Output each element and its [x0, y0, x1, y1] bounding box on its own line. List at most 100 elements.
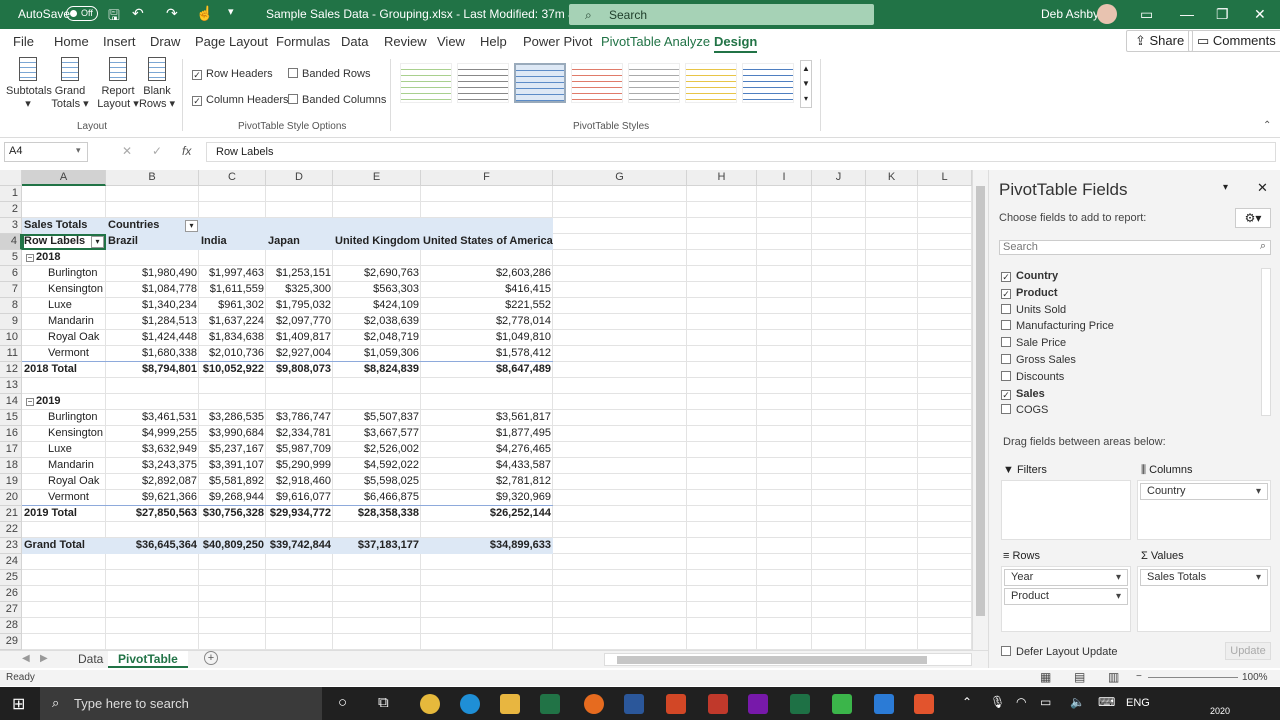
horizontal-scrollbar[interactable] — [604, 653, 972, 666]
camtasia-icon[interactable] — [832, 694, 852, 714]
row-header[interactable]: 15 — [0, 410, 22, 426]
grand-totals-button[interactable]: Grand Totals ▾ — [50, 57, 90, 111]
keyboard-icon[interactable]: ⌨ — [1098, 695, 1115, 709]
user-name[interactable]: Deb Ashby — [1041, 7, 1099, 21]
cancel-icon[interactable]: ✕ — [122, 144, 132, 158]
scroll-thumb[interactable] — [617, 656, 927, 664]
row-header[interactable]: 19 — [0, 474, 22, 490]
row-header[interactable]: 1 — [0, 186, 22, 202]
tab-insert[interactable]: Insert — [103, 34, 136, 49]
tab-home[interactable]: Home — [54, 34, 89, 49]
field-sales[interactable]: ✓ Sales — [1001, 388, 1045, 400]
column-header-c[interactable]: C — [199, 170, 266, 186]
zoom-out-icon[interactable]: − — [1136, 671, 1142, 682]
pivot-style-swatch[interactable] — [742, 63, 794, 103]
row-header[interactable]: 5 — [0, 250, 22, 266]
field-gross-sales[interactable]: Gross Sales — [1001, 354, 1076, 366]
column-header-g[interactable]: G — [553, 170, 687, 186]
banded-columns-checkbox[interactable]: Banded Columns — [288, 94, 386, 106]
column-header-k[interactable]: K — [866, 170, 918, 186]
save-icon[interactable]: 🖫 — [108, 5, 120, 29]
column-filter-dropdown[interactable]: ▾ — [185, 220, 198, 232]
tab-formulas[interactable]: Formulas — [276, 34, 330, 49]
tab-power-pivot[interactable]: Power Pivot — [523, 34, 592, 49]
row-header[interactable]: 13 — [0, 378, 22, 394]
search-box[interactable]: ⌕ Search — [569, 4, 874, 25]
field-manufacturing-price[interactable]: Manufacturing Price — [1001, 320, 1114, 332]
tab-view[interactable]: View — [437, 34, 465, 49]
row-header[interactable]: 26 — [0, 586, 22, 602]
row-header[interactable]: 21 — [0, 506, 22, 522]
task-view-icon[interactable]: ⧉ — [378, 694, 389, 711]
row-header[interactable]: 29 — [0, 634, 22, 650]
prev-sheet-icon[interactable]: ◀ — [22, 653, 30, 664]
tab-data[interactable]: Data — [341, 34, 368, 49]
row-headers-checkbox[interactable]: ✓ Row Headers — [192, 68, 273, 80]
zoom-slider[interactable] — [1148, 677, 1238, 678]
row-header[interactable]: 23 — [0, 538, 22, 554]
pivot-style-swatch[interactable] — [685, 63, 737, 103]
ribbon-display-icon[interactable]: ▭ — [1140, 6, 1153, 23]
row-header[interactable]: 8 — [0, 298, 22, 314]
clock[interactable]: 2020 — [1210, 706, 1230, 716]
autosave-toggle[interactable]: Off — [66, 6, 98, 21]
field-search-input[interactable]: Search ⌕ — [999, 240, 1271, 255]
report-layout-button[interactable]: Report Layout ▾ — [97, 57, 139, 111]
row-header[interactable]: 3 — [0, 218, 22, 234]
redo-icon[interactable]: ↷ — [166, 5, 178, 22]
scroll-thumb[interactable] — [976, 186, 985, 616]
language-indicator[interactable]: ENG — [1126, 697, 1150, 709]
pivot-style-swatch[interactable] — [457, 63, 509, 103]
undo-icon[interactable]: ↶ — [132, 5, 144, 22]
row-header[interactable]: 14 — [0, 394, 22, 410]
rows-field-year[interactable]: Year — [1004, 569, 1128, 586]
column-header-h[interactable]: H — [687, 170, 757, 186]
row-filter-dropdown[interactable]: ▾ — [91, 236, 104, 248]
file-title[interactable]: Sample Sales Data - Grouping.xlsx - Last… — [266, 7, 588, 21]
column-header-d[interactable]: D — [266, 170, 333, 186]
sheet-tab-data[interactable]: Data — [70, 651, 111, 668]
row-header[interactable]: 2 — [0, 202, 22, 218]
wifi-icon[interactable]: ◠ — [1016, 695, 1026, 709]
tab-design[interactable]: Design — [714, 34, 758, 53]
row-header[interactable]: 12 — [0, 362, 22, 378]
tab-help[interactable]: Help — [480, 34, 507, 49]
row-header[interactable]: 28 — [0, 618, 22, 634]
chrome-icon[interactable] — [420, 694, 440, 714]
tab-pivottable-analyze[interactable]: PivotTable Analyze — [601, 34, 710, 49]
blank-rows-button[interactable]: Blank Rows ▾ — [138, 57, 176, 111]
row-header[interactable]: 20 — [0, 490, 22, 506]
pivot-style-swatch[interactable] — [571, 63, 623, 103]
sheet-tab-pivottable[interactable]: PivotTable — [108, 651, 188, 668]
column-header-l[interactable]: L — [918, 170, 972, 186]
firefox-icon[interactable] — [584, 694, 604, 714]
collapse-ribbon-icon[interactable]: ⌃ — [1263, 120, 1271, 131]
file-explorer-icon[interactable] — [500, 694, 520, 714]
column-header-i[interactable]: I — [757, 170, 812, 186]
comments-button[interactable]: ▭ Comments — [1188, 30, 1280, 52]
column-headers-checkbox[interactable]: ✓ Column Headers — [192, 94, 289, 106]
excel-icon[interactable] — [540, 694, 560, 714]
row-header[interactable]: 6 — [0, 266, 22, 282]
field-list-scrollbar[interactable] — [1261, 268, 1271, 416]
restore-icon[interactable]: ❐ — [1216, 6, 1229, 23]
row-header[interactable]: 7 — [0, 282, 22, 298]
word-icon[interactable] — [624, 694, 644, 714]
field-cogs[interactable]: COGS — [1001, 404, 1048, 416]
taskbar-search[interactable]: ⌕ Type here to search — [40, 687, 322, 720]
column-header-e[interactable]: E — [333, 170, 421, 186]
row-header[interactable]: 25 — [0, 570, 22, 586]
row-header[interactable]: 24 — [0, 554, 22, 570]
windows-start-icon[interactable]: ⊞ — [12, 694, 25, 714]
tray-chevron-icon[interactable]: ⌃ — [962, 695, 972, 709]
avatar[interactable] — [1097, 4, 1117, 24]
row-header[interactable]: 9 — [0, 314, 22, 330]
close-icon[interactable]: ✕ — [1257, 180, 1268, 196]
microphone-icon[interactable]: 🎙 — [990, 695, 1005, 709]
project-icon[interactable] — [790, 694, 810, 714]
update-button[interactable]: Update — [1225, 642, 1271, 660]
volume-icon[interactable]: 🔈 — [1070, 695, 1085, 709]
row-header[interactable]: 22 — [0, 522, 22, 538]
columns-field-country[interactable]: Country — [1140, 483, 1268, 500]
touch-mode-icon[interactable]: ☝ — [196, 5, 213, 22]
